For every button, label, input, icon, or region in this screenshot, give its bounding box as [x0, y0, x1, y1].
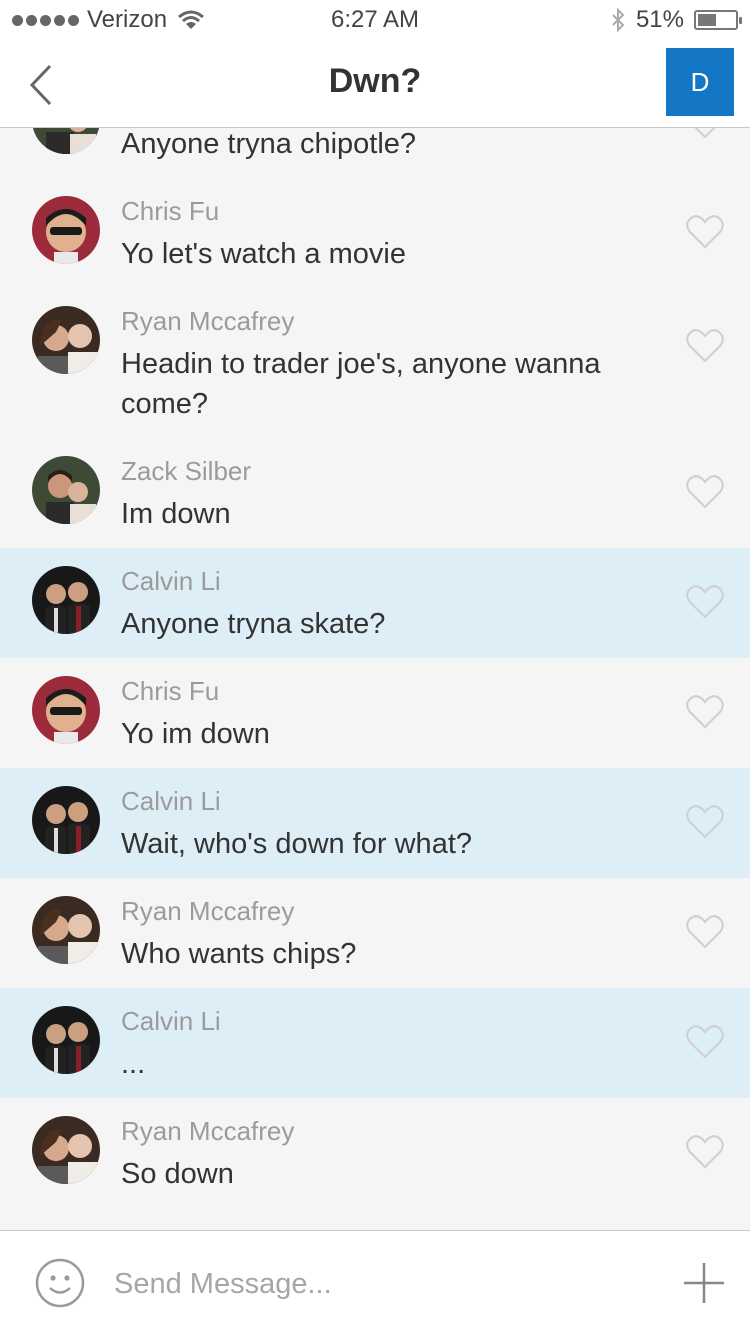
heart-icon[interactable] [686, 1134, 724, 1170]
message-sender: Zack Silber [121, 456, 252, 486]
avatar[interactable] [32, 456, 100, 524]
nav-bar: Dwn? D [0, 40, 750, 128]
message-sender: Chris Fu [121, 676, 220, 706]
message-row[interactable]: Chris Fu Yo let's watch a movie [0, 178, 750, 288]
avatar[interactable] [32, 566, 100, 634]
message-sender: Ryan Mccafrey [121, 896, 295, 926]
heart-icon[interactable] [686, 914, 724, 950]
plus-icon [684, 1263, 724, 1303]
message-text: Yo let's watch a movie [121, 238, 406, 270]
avatar[interactable] [32, 896, 100, 964]
message-row[interactable]: Calvin Li Anyone tryna skate? [0, 548, 750, 658]
avatar[interactable] [32, 306, 100, 374]
avatar[interactable] [32, 196, 100, 264]
message-row[interactable]: Ryan Mccafrey Headin to trader joe's, any… [0, 288, 750, 438]
message-row[interactable]: Calvin Li... [0, 988, 750, 1098]
heart-icon[interactable] [686, 128, 724, 140]
message-text: Anyone tryna skate? [121, 608, 386, 640]
message-text: So down [121, 1158, 234, 1190]
message-text: Who wants chips? [121, 938, 357, 970]
heart-icon[interactable] [686, 214, 724, 250]
message-track: Zack SilberAnyone tryna chipotle?Chris F… [0, 128, 750, 1208]
bluetooth-icon [612, 8, 625, 32]
avatar[interactable] [32, 676, 100, 744]
battery-icon [694, 10, 742, 30]
add-button[interactable] [682, 1261, 726, 1305]
message-sender: Chris Fu [121, 196, 220, 226]
profile-avatar-button[interactable]: D [666, 48, 734, 116]
avatar[interactable] [32, 1116, 100, 1184]
message-row[interactable]: Ryan Mccafrey So down [0, 1098, 750, 1208]
heart-icon[interactable] [686, 804, 724, 840]
message-text: Headin to trader joe's, anyone wanna com… [121, 348, 601, 420]
message-text: Anyone tryna chipotle? [121, 128, 417, 160]
message-text: Yo im down [121, 718, 270, 750]
status-right: 51% [610, 6, 742, 34]
message-composer [0, 1230, 750, 1334]
heart-icon[interactable] [686, 474, 724, 510]
avatar[interactable] [32, 786, 100, 854]
message-sender: Calvin Li [121, 1006, 221, 1036]
message-row[interactable]: Chris Fu Yo im down [0, 658, 750, 768]
message-row[interactable]: Ryan Mccafrey Who wants chips? [0, 878, 750, 988]
avatar[interactable] [32, 128, 100, 154]
message-sender: Calvin Li [121, 566, 221, 596]
status-bar: Verizon 6:27 AM 51% [0, 0, 750, 40]
smiley-icon [35, 1258, 85, 1308]
heart-icon[interactable] [686, 1024, 724, 1060]
battery-percent: 51% [635, 6, 684, 33]
avatar[interactable] [32, 1006, 100, 1074]
message-text: Wait, who's down for what? [121, 828, 473, 860]
message-text: Im down [121, 498, 231, 530]
message-sender: Ryan Mccafrey [121, 306, 295, 336]
message-input[interactable] [112, 1255, 636, 1313]
heart-icon[interactable] [686, 328, 724, 364]
message-sender: Ryan Mccafrey [121, 1116, 295, 1146]
message-text: ... [121, 1048, 146, 1080]
message-sender: Calvin Li [121, 786, 221, 816]
emoji-button[interactable] [34, 1257, 86, 1309]
heart-icon[interactable] [686, 694, 724, 730]
message-row[interactable]: Zack Silber Im down [0, 438, 750, 548]
message-row[interactable]: Calvin Li Wait, who's down for what? [0, 768, 750, 878]
message-list[interactable]: Zack SilberAnyone tryna chipotle?Chris F… [0, 128, 750, 1230]
page-title: Dwn? [328, 62, 422, 100]
heart-icon[interactable] [686, 584, 724, 620]
message-row[interactable]: Zack SilberAnyone tryna chipotle? [0, 128, 750, 178]
